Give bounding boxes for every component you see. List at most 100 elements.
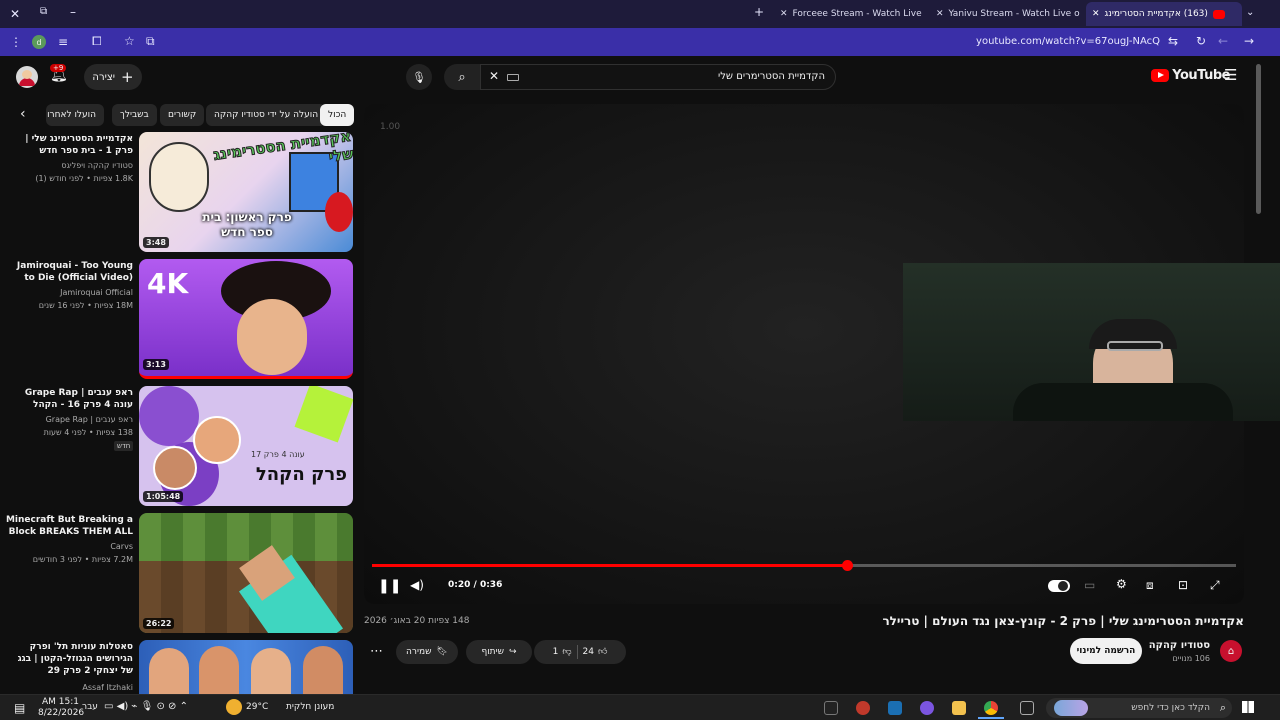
microphone-icon: 🎙︎ <box>412 70 426 84</box>
thumbs-down-icon: 👎︎ <box>562 647 572 657</box>
new-tab-icon[interactable]: + <box>754 5 764 19</box>
sidebar-thumb-1[interactable]: אקדמיית הסטרימינג שלי פרק ראשון: בית ספר… <box>139 132 353 252</box>
chip-related[interactable]: קשורים <box>160 104 205 126</box>
volume-icon[interactable]: ◀︎) <box>410 578 424 592</box>
close-tab-icon[interactable]: ✕ <box>936 9 944 19</box>
webcam-overlay <box>903 263 1280 421</box>
sidebar-channel-5[interactable]: Assaf Itzhaki <box>5 682 133 694</box>
chip-for-you[interactable]: בשבילך <box>112 104 157 126</box>
pause-icon[interactable]: ❚❚ <box>378 578 401 594</box>
steam-icon[interactable] <box>888 701 902 715</box>
close-window-icon[interactable]: ✕ <box>10 7 20 21</box>
sidebar-meta-3: 138 צפיות • לפני 4 שעות <box>43 428 133 437</box>
tab-list-chevron-icon[interactable]: ⌄ <box>1246 7 1254 18</box>
browser-tab-bar: ✕ ⧉ – + ✕ Forceee Stream - Watch Live on… <box>0 0 1280 28</box>
save-button[interactable]: שמירה 🔖︎ <box>396 640 458 664</box>
sidebar-thumb-2[interactable]: 4K 3:13 <box>139 259 353 379</box>
sidebar-thumb-5[interactable] <box>139 640 353 694</box>
new-badge: חדש <box>114 441 134 451</box>
progress-fill <box>372 564 848 567</box>
search-input[interactable]: ✕ הקדמיית הסטרימרים שלי <box>480 64 836 90</box>
taskbar-search[interactable]: הקלד כאן כדי לחפש ⌕ <box>1046 698 1232 718</box>
notification-center-icon[interactable]: ▤ <box>14 701 25 715</box>
install-app-icon[interactable]: ⧉ <box>146 34 155 49</box>
weather-temp[interactable]: 29°C <box>246 702 268 712</box>
close-tab-icon[interactable]: ✕ <box>780 9 788 19</box>
minimize-icon[interactable]: – <box>70 5 76 19</box>
sidebar-thumb-4[interactable]: 26:22 <box>139 513 353 633</box>
sidebar-channel-3[interactable]: ראפ ענבים | Grape Rap <box>5 414 133 426</box>
keyboard-icon[interactable] <box>507 74 519 81</box>
subtitles-icon[interactable]: ▭ <box>1084 578 1095 592</box>
windows-start-icon[interactable] <box>1242 701 1254 713</box>
app-icon[interactable] <box>856 701 870 715</box>
youtube-logo-icon <box>1151 69 1170 82</box>
sidebar-title-2[interactable]: Jamiroquai - Too Young to Die (Official … <box>5 260 133 284</box>
account-avatar[interactable] <box>16 66 38 88</box>
channel-name[interactable]: סטודיו קהקה <box>1149 640 1210 651</box>
sidebar-title-3[interactable]: ראפ ענבים | Grape Rap עונה 4 פרק 16 - הק… <box>5 387 133 411</box>
chips-scroll-left-icon[interactable]: ‹ <box>20 106 26 122</box>
dislike-button[interactable]: 1 👎︎ <box>553 647 572 657</box>
sidebar-title-4[interactable]: Minecraft But Breaking a Block BREAKS TH… <box>5 514 133 538</box>
extensions-icon[interactable]: ⧠ <box>92 34 102 49</box>
miniplayer-icon[interactable]: ⧈ <box>1146 578 1154 593</box>
youtube-logo[interactable]: YouTube <box>1151 68 1230 83</box>
autoplay-toggle[interactable] <box>1048 580 1070 592</box>
hamburger-menu-icon[interactable]: ☰ <box>1224 66 1237 84</box>
voice-search-button[interactable]: 🎙︎ <box>406 64 432 90</box>
file-explorer-icon[interactable] <box>952 701 966 715</box>
video-overlay-text: 1.00 <box>380 122 401 132</box>
restore-icon[interactable]: ⧉ <box>40 6 47 17</box>
forward-arrow-icon[interactable]: → <box>1244 34 1254 48</box>
menu-dots-icon[interactable]: ⋮ <box>10 35 22 49</box>
subscribe-button[interactable]: הרשמה למינוי <box>1070 638 1142 664</box>
clock-time[interactable]: AM 15:1 <box>42 697 79 707</box>
create-button[interactable]: יצירה + <box>84 64 142 90</box>
discord-icon[interactable] <box>920 701 934 715</box>
fullscreen-icon[interactable]: ⤢ <box>1210 578 1220 593</box>
sidebar-channel-2[interactable]: Jamiroquai Official <box>5 287 133 299</box>
thumbs-up-icon: 👍︎ <box>597 647 608 657</box>
close-tab-icon[interactable]: ✕ <box>1092 9 1100 19</box>
reading-list-icon[interactable]: ≡ <box>58 35 68 49</box>
bookmark-icon: 🔖︎ <box>436 647 448 657</box>
input-language[interactable]: עבר <box>82 702 98 712</box>
chip-all[interactable]: הכול <box>320 104 355 126</box>
reload-icon[interactable]: ↻ <box>1196 34 1206 48</box>
chip-uploaded-by[interactable]: הועלה על ידי סטודיו קהקה <box>206 104 327 126</box>
like-button[interactable]: 24 👍︎ <box>583 647 608 657</box>
tune-icon[interactable]: ⇆ <box>1168 34 1178 48</box>
youtube-header: 🔔︎ +9 יצירה + 🎙︎ ⌕ ✕ הקדמיית הסטרימרים ש… <box>0 56 1280 98</box>
system-tray-icons[interactable]: ▭ ◀︎) ⌁ 🎙︎ ⊙ ⊘ ⌃ <box>104 701 188 712</box>
cast-icon[interactable]: ⊡ <box>1178 578 1188 592</box>
duration-badge: 1:05:48 <box>143 491 184 502</box>
bookmark-star-icon[interactable]: ☆ <box>124 34 135 48</box>
channel-avatar[interactable]: ⌂ <box>1220 640 1242 662</box>
back-arrow-icon[interactable]: ← <box>1218 34 1228 48</box>
progress-bar[interactable] <box>372 560 1236 571</box>
share-button[interactable]: שיתוף ↪ <box>466 640 532 664</box>
task-view-icon[interactable] <box>1020 701 1034 715</box>
profile-avatar-icon[interactable]: d <box>32 35 46 49</box>
weather-desc: מעונן חלקית <box>286 702 335 712</box>
video-meta: 148 צפיות 20 באוג׳ 2026 <box>364 616 470 626</box>
tab-forceee[interactable]: ✕ Forceee Stream - Watch Live on K <box>774 2 924 26</box>
tab-yanivu[interactable]: ✕ Yanivu Stream - Watch Live on K <box>930 2 1080 26</box>
page-scrollbar[interactable] <box>1256 64 1261 214</box>
epic-games-icon[interactable] <box>824 701 838 715</box>
url-text[interactable]: youtube.com/watch?v=67ougJ-NAcQ <box>976 36 1160 47</box>
chrome-icon[interactable] <box>984 701 998 715</box>
clock-date[interactable]: 8/22/2026 <box>38 708 84 718</box>
chip-recent[interactable]: הועלו לאחרו <box>46 104 104 126</box>
sidebar-channel-4[interactable]: Carvs <box>5 541 133 553</box>
clear-search-icon[interactable]: ✕ <box>489 69 499 83</box>
sidebar-thumb-3[interactable]: עונה 4 פרק 17 פרק הקהל 1:05:48 <box>139 386 353 506</box>
more-actions-icon[interactable]: ⋯ <box>370 644 383 659</box>
search-button[interactable]: ⌕ <box>444 64 480 90</box>
settings-gear-icon[interactable]: ⚙ <box>1116 577 1127 591</box>
sidebar-title-5[interactable]: סאטלות עוניות תל' ופרק הגירושים הגגוזל-ה… <box>5 641 133 677</box>
sidebar-title-1[interactable]: אקדמיית הסטרימינג שלי | פרק 1 - בית ספר … <box>5 133 133 157</box>
tab-youtube-active[interactable]: ✕ (163) אקדמיית הסטרימינג <box>1086 2 1242 26</box>
sidebar-channel-1[interactable]: סטודיו קהקה ויפליגס <box>5 160 133 172</box>
